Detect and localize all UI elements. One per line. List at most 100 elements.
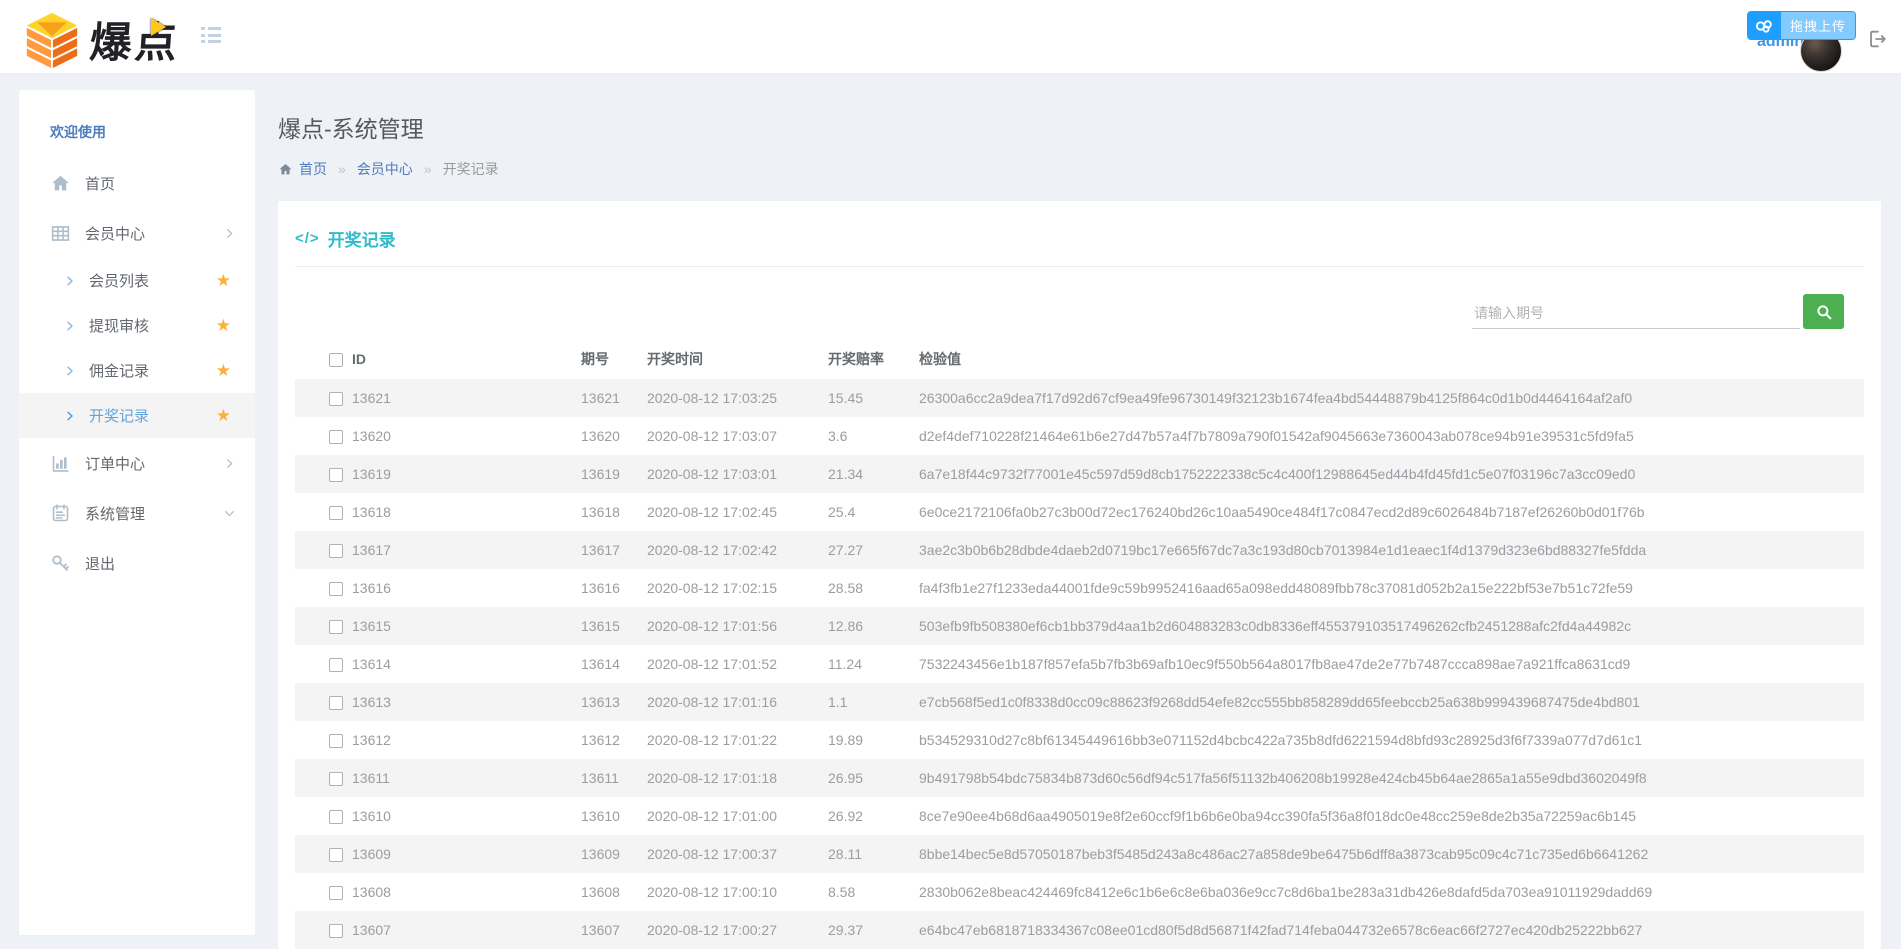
logout-button[interactable]	[1866, 28, 1888, 50]
grid-table-icon	[50, 223, 71, 244]
row-checkbox[interactable]	[329, 582, 343, 596]
sidebar-item-label: 佣金记录	[89, 360, 149, 381]
star-icon[interactable]: ★	[216, 407, 231, 424]
breadcrumb-home-icon	[278, 162, 293, 177]
cell-id: 13607	[352, 911, 581, 949]
cell-id: 13617	[352, 531, 581, 569]
row-checkbox[interactable]	[329, 468, 343, 482]
cell-hash: fa4f3fb1e27f1233eda44001fde9c59b9952416a…	[919, 569, 1864, 607]
row-checkbox[interactable]	[329, 696, 343, 710]
row-checkbox[interactable]	[329, 392, 343, 406]
row-checkbox[interactable]	[329, 810, 343, 824]
cell-odds: 29.37	[828, 911, 919, 949]
cell-period: 13612	[581, 721, 647, 759]
cell-period: 13613	[581, 683, 647, 721]
column-header-odds: 开奖赔率	[828, 338, 919, 379]
cell-odds: 27.27	[828, 531, 919, 569]
row-checkbox[interactable]	[329, 658, 343, 672]
sidebar-item-logout[interactable]: 退出	[19, 538, 255, 588]
row-checkbox-cell	[295, 759, 352, 797]
search-input[interactable]	[1472, 298, 1800, 329]
cell-period: 13619	[581, 455, 647, 493]
row-checkbox[interactable]	[329, 848, 343, 862]
cell-period: 13620	[581, 417, 647, 455]
cell-hash: e64bc47eb6818718334367c08ee01cd80f5d8d56…	[919, 911, 1864, 949]
cell-odds: 12.86	[828, 607, 919, 645]
cell-period: 13611	[581, 759, 647, 797]
breadcrumb-link-member-center[interactable]: 会员中心	[357, 159, 413, 179]
sidebar-item-system-management[interactable]: 系统管理	[19, 488, 255, 538]
cell-odds: 19.89	[828, 721, 919, 759]
logout-icon	[1866, 28, 1888, 50]
cell-time: 2020-08-12 17:02:45	[647, 493, 828, 531]
sidebar-item-label: 订单中心	[85, 453, 145, 474]
star-icon[interactable]: ★	[216, 362, 231, 379]
sidebar-item-draw-records[interactable]: 开奖记录 ★	[19, 393, 255, 438]
cell-time: 2020-08-12 17:02:42	[647, 531, 828, 569]
sidebar-item-member-center[interactable]: 会员中心	[19, 208, 255, 258]
cell-odds: 28.11	[828, 835, 919, 873]
cell-time: 2020-08-12 17:03:01	[647, 455, 828, 493]
breadcrumb-link-home[interactable]: 首页	[299, 159, 327, 179]
cell-id: 13611	[352, 759, 581, 797]
sidebar-item-order-center[interactable]: 订单中心	[19, 438, 255, 488]
table-row: 13621136212020-08-12 17:03:2515.4526300a…	[295, 379, 1864, 417]
breadcrumb-separator: »	[338, 161, 346, 177]
panel-title: 开奖记录	[328, 226, 396, 251]
upload-badge[interactable]: 拖拽上传	[1747, 11, 1856, 40]
brand-cube-icon	[24, 12, 80, 68]
row-checkbox-cell	[295, 417, 352, 455]
column-header-period: 期号	[581, 338, 647, 379]
star-icon[interactable]: ★	[216, 272, 231, 289]
search-button[interactable]	[1803, 294, 1844, 329]
sidebar-item-label: 系统管理	[85, 503, 145, 524]
cell-time: 2020-08-12 17:01:52	[647, 645, 828, 683]
row-checkbox[interactable]	[329, 544, 343, 558]
cell-id: 13610	[352, 797, 581, 835]
cell-hash: 3ae2c3b0b6b28dbde4daeb2d0719bc17e665f67d…	[919, 531, 1864, 569]
row-checkbox-cell	[295, 645, 352, 683]
menu-toggle-icon[interactable]	[201, 27, 221, 45]
cell-hash: 26300a6cc2a9dea7f17d92d67cf9ea49fe967301…	[919, 379, 1864, 417]
cell-id: 13620	[352, 417, 581, 455]
breadcrumb: 首页 » 会员中心 » 开奖记录	[278, 159, 1881, 179]
sidebar-item-label: 开奖记录	[89, 405, 149, 426]
row-checkbox-cell	[295, 607, 352, 645]
row-checkbox[interactable]	[329, 620, 343, 634]
cell-odds: 26.92	[828, 797, 919, 835]
cell-period: 13618	[581, 493, 647, 531]
cell-id: 13618	[352, 493, 581, 531]
row-checkbox[interactable]	[329, 506, 343, 520]
sidebar-item-home[interactable]: 首页	[19, 158, 255, 208]
cell-period: 13614	[581, 645, 647, 683]
sidebar-item-withdraw-review[interactable]: 提现审核 ★	[19, 303, 255, 348]
row-checkbox-cell	[295, 683, 352, 721]
breadcrumb-separator: »	[424, 161, 432, 177]
brand-logo[interactable]: 爆点	[24, 9, 180, 70]
cell-odds: 1.1	[828, 683, 919, 721]
row-checkbox[interactable]	[329, 734, 343, 748]
search-row	[295, 294, 1864, 329]
table-row: 13614136142020-08-12 17:01:5211.24753224…	[295, 645, 1864, 683]
row-checkbox[interactable]	[329, 886, 343, 900]
sidebar-item-commission-records[interactable]: 佣金记录 ★	[19, 348, 255, 393]
cell-period: 13617	[581, 531, 647, 569]
cell-odds: 26.95	[828, 759, 919, 797]
select-all-checkbox[interactable]	[329, 353, 343, 367]
cell-odds: 15.45	[828, 379, 919, 417]
cell-hash: 503efb9fb508380ef6cb1bb379d4aa1b2d604883…	[919, 607, 1864, 645]
cell-hash: 8bbe14bec5e8d57050187beb3f5485d243a8c486…	[919, 835, 1864, 873]
table-row: 13620136202020-08-12 17:03:073.6d2ef4def…	[295, 417, 1864, 455]
draw-records-table: ID 期号 开奖时间 开奖赔率 检验值 13621136212020-08-12…	[295, 338, 1864, 949]
row-checkbox[interactable]	[329, 772, 343, 786]
chevron-right-icon	[223, 227, 236, 240]
row-checkbox[interactable]	[329, 924, 343, 938]
row-checkbox[interactable]	[329, 430, 343, 444]
table-row: 13615136152020-08-12 17:01:5612.86503efb…	[295, 607, 1864, 645]
sidebar-item-member-list[interactable]: 会员列表 ★	[19, 258, 255, 303]
star-icon[interactable]: ★	[216, 317, 231, 334]
cell-odds: 25.4	[828, 493, 919, 531]
cell-time: 2020-08-12 17:03:07	[647, 417, 828, 455]
topbar: 爆点 admin 拖拽上传	[0, 0, 1901, 73]
sidebar-item-label: 会员中心	[85, 223, 145, 244]
